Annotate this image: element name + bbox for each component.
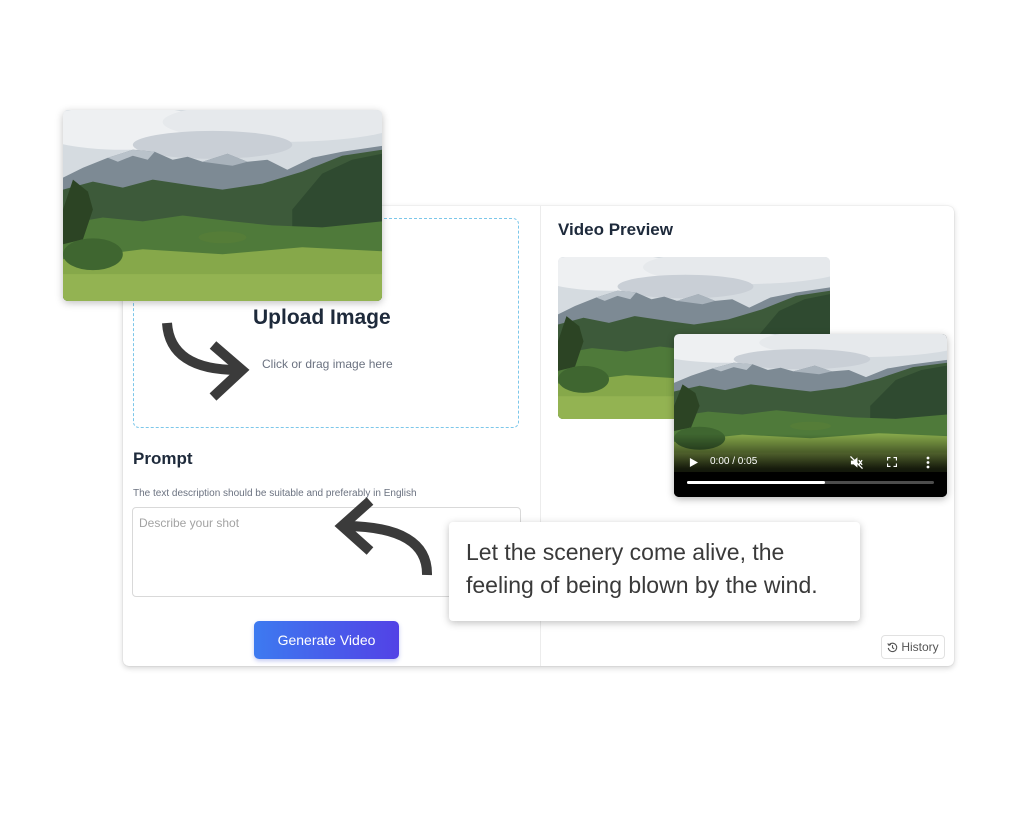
play-icon[interactable]	[689, 458, 698, 467]
upload-hint: Click or drag image here	[262, 357, 393, 371]
video-preview-title: Video Preview	[558, 220, 673, 239]
curved-arrow-icon	[162, 322, 250, 401]
more-vertical-icon[interactable]	[926, 456, 930, 469]
prompt-callout: Let the scenery come alive, the feeling …	[449, 522, 860, 621]
history-button[interactable]: History	[881, 635, 945, 659]
volume-muted-icon[interactable]	[850, 456, 863, 469]
fullscreen-icon[interactable]	[887, 457, 897, 467]
uploaded-image	[63, 110, 382, 301]
history-label: History	[901, 640, 939, 654]
video-progress-fill	[687, 481, 826, 484]
video-player[interactable]: 0:00 / 0:05	[674, 334, 947, 497]
upload-title: Upload Image	[253, 306, 391, 329]
video-progress-bar[interactable]	[687, 481, 934, 484]
curved-arrow-back-icon	[334, 497, 433, 576]
generate-video-button[interactable]: Generate Video	[254, 621, 399, 659]
history-icon	[887, 642, 898, 652]
prompt-title: Prompt	[133, 449, 193, 468]
video-time: 0:00 / 0:05	[710, 456, 758, 467]
